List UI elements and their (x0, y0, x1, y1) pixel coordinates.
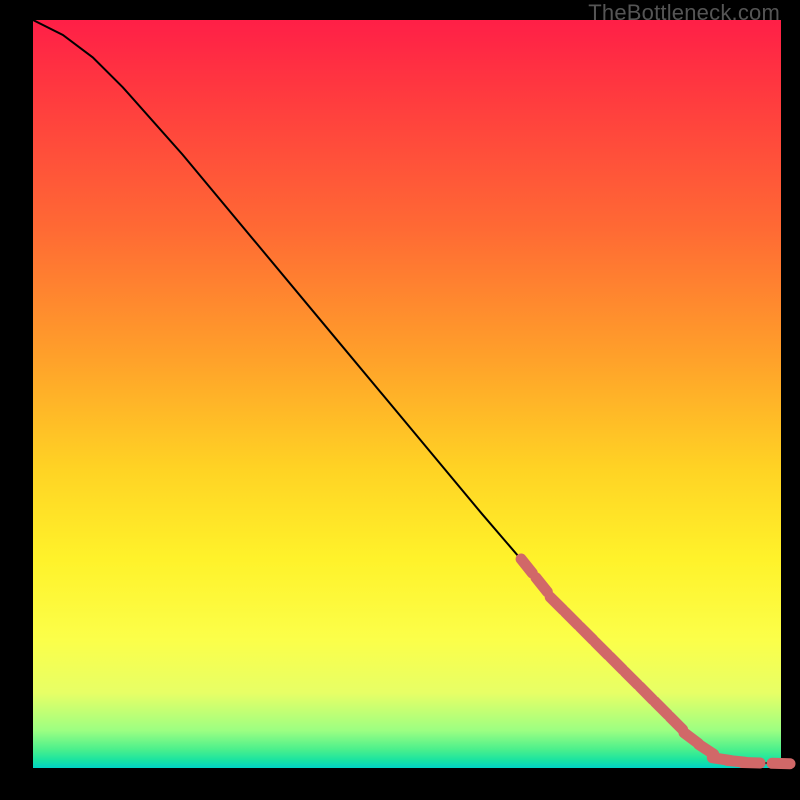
data-point (580, 627, 593, 640)
data-point (550, 597, 563, 610)
data-point (565, 612, 578, 625)
data-point (625, 672, 638, 685)
line-curve (33, 20, 781, 764)
plot-area (33, 20, 781, 768)
data-point (521, 559, 532, 573)
data-point (536, 578, 547, 592)
data-point (655, 702, 668, 715)
data-point (640, 687, 653, 700)
data-point (595, 642, 608, 655)
data-point (610, 657, 623, 670)
data-point (742, 763, 760, 764)
chart-frame: TheBottleneck.com (0, 0, 800, 800)
chart-svg (33, 20, 781, 768)
dots-group (521, 559, 790, 764)
data-point (670, 717, 683, 730)
